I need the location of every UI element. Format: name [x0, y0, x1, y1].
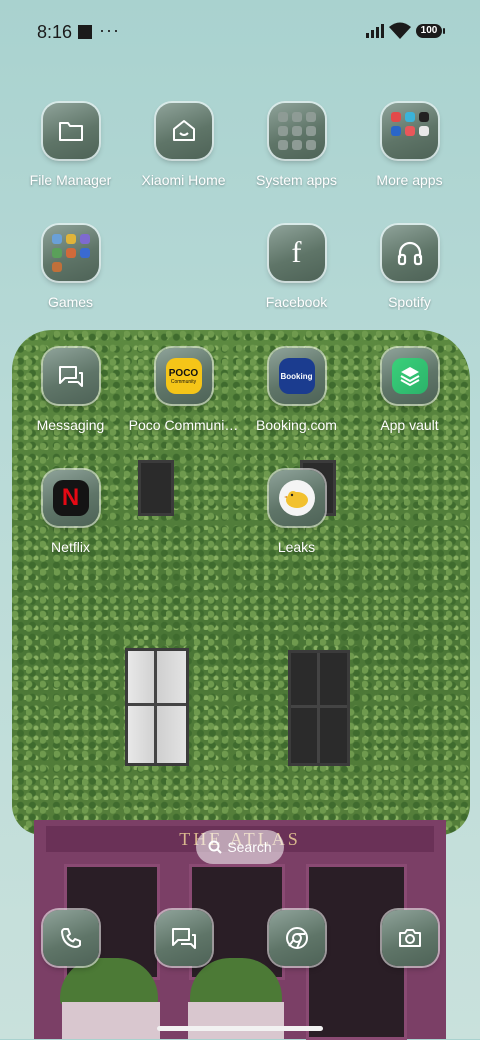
app-label: Leaks — [277, 539, 316, 555]
chrome-icon — [268, 910, 325, 966]
more-notifications-icon: ··· — [99, 20, 120, 40]
app-messaging[interactable]: Messaging — [14, 348, 127, 433]
dock-phone[interactable] — [14, 910, 127, 966]
app-facebook[interactable]: f Facebook — [240, 225, 353, 310]
app-label: Games — [47, 294, 94, 310]
bird-icon — [268, 470, 325, 526]
netflix-icon: N — [42, 470, 99, 526]
more-apps-folder-icon — [381, 103, 438, 159]
signal-icon — [366, 24, 384, 38]
games-folder-icon — [42, 225, 99, 281]
app-label: Facebook — [265, 294, 328, 310]
app-label: Xiaomi Home — [141, 172, 226, 188]
booking-icon: Booking — [268, 348, 325, 404]
dock-camera[interactable] — [353, 910, 466, 966]
app-label: App vault — [380, 417, 439, 433]
app-label: Netflix — [51, 539, 90, 555]
folder-icon — [42, 103, 99, 159]
facebook-icon: f — [268, 225, 325, 281]
messaging-icon — [155, 910, 212, 966]
planter-box — [62, 1002, 160, 1039]
folder-games[interactable]: Games — [14, 225, 127, 310]
app-label: Messaging — [36, 417, 105, 433]
app-app-vault[interactable]: App vault — [353, 348, 466, 433]
app-file-manager[interactable]: File Manager — [14, 103, 127, 188]
app-label: Poco Communi… — [128, 417, 239, 433]
poco-community-icon: POCO Community — [155, 348, 212, 404]
app-netflix[interactable]: N Netflix — [14, 470, 127, 555]
notification-icon — [78, 25, 92, 39]
app-label: System apps — [256, 172, 337, 188]
phone-icon — [42, 910, 99, 966]
headphones-icon — [381, 225, 438, 281]
search-icon — [208, 840, 223, 854]
app-label: More apps — [376, 172, 443, 188]
messaging-icon — [42, 348, 99, 404]
app-poco-community[interactable]: POCO Community Poco Communi… — [127, 348, 240, 433]
search-label: Search — [227, 839, 272, 855]
app-spotify[interactable]: Spotify — [353, 225, 466, 310]
window — [288, 650, 350, 766]
app-label: File Manager — [29, 172, 112, 188]
wifi-icon — [389, 22, 411, 39]
folder-system-apps[interactable]: System apps — [240, 103, 353, 188]
status-bar: 8:16 ··· 100 — [0, 0, 480, 62]
search-pill[interactable]: Search — [196, 830, 284, 864]
clock: 8:16 — [37, 22, 73, 42]
folder-more-apps[interactable]: More apps — [353, 103, 466, 188]
dock-browser[interactable] — [240, 910, 353, 966]
battery-icon: 100 — [416, 24, 445, 38]
home-indicator[interactable] — [157, 1026, 323, 1031]
window — [125, 648, 189, 766]
layers-icon — [381, 348, 438, 404]
window — [138, 460, 174, 516]
app-label: Booking.com — [256, 417, 337, 433]
home-icon — [155, 103, 212, 159]
app-leaks[interactable]: Leaks — [240, 470, 353, 555]
app-label: Spotify — [388, 294, 431, 310]
system-apps-folder-icon — [268, 103, 325, 159]
app-booking[interactable]: Booking Booking.com — [240, 348, 353, 433]
app-xiaomi-home[interactable]: Xiaomi Home — [127, 103, 240, 188]
planter-box — [188, 1002, 284, 1039]
camera-icon — [381, 910, 438, 966]
dock-messaging[interactable] — [127, 910, 240, 966]
